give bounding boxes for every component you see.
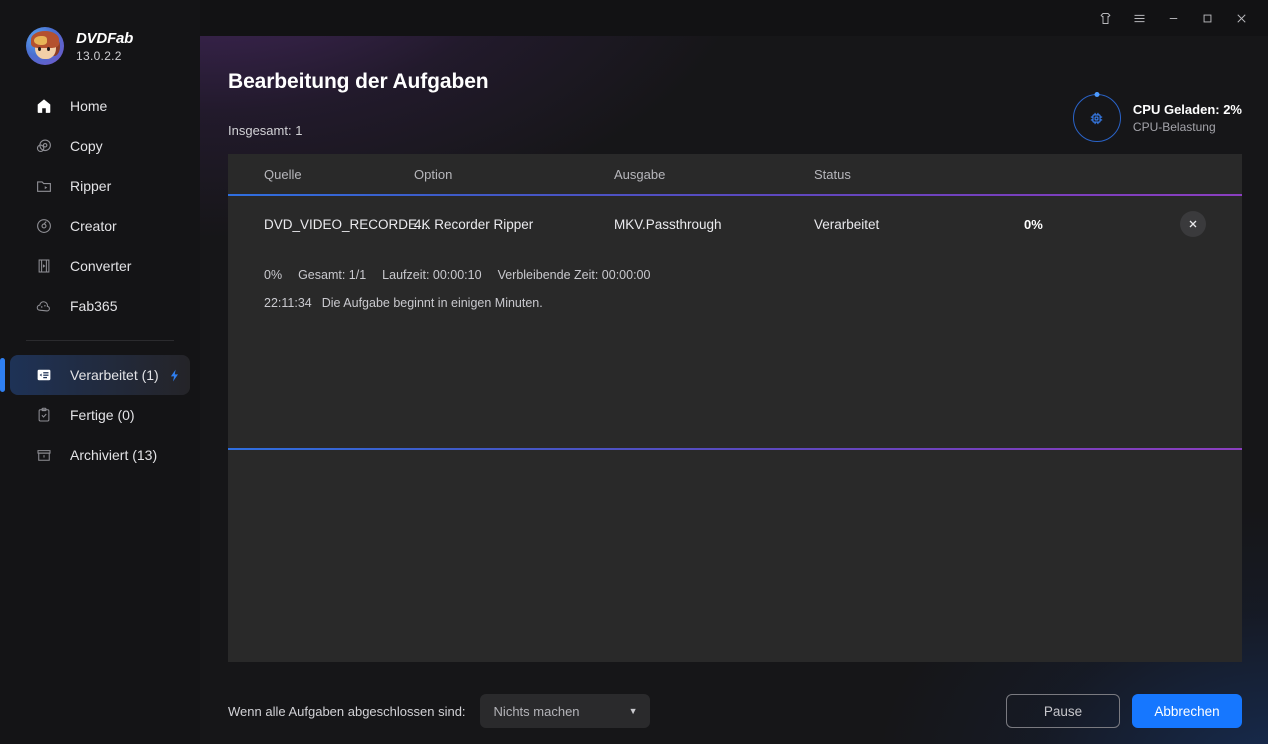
sidebar-item-label: Verarbeitet (1) [70, 367, 159, 383]
task-detail: 0% Gesamt: 1/1 Laufzeit: 00:00:10 Verble… [228, 252, 1242, 310]
sidebar-nav: Home Copy Ripper Creator Converter Fab36… [0, 86, 200, 475]
copy-disc-icon [34, 136, 54, 156]
detail-remaining: Verbleibende Zeit: 00:00:00 [497, 268, 651, 282]
sidebar-item-label: Home [70, 98, 108, 114]
column-header-ausgabe: Ausgabe [614, 166, 666, 182]
task-option: 4K Recorder Ripper [414, 216, 534, 232]
home-icon [34, 96, 54, 116]
sidebar-item-home[interactable]: Home [10, 86, 190, 126]
task-source: DVD_VIDEO_RECORDE... [264, 216, 429, 232]
total-count: Insgesamt: 1 [228, 123, 303, 138]
sidebar-item-creator[interactable]: Creator [10, 206, 190, 246]
column-header-option: Option [414, 166, 453, 182]
maximize-icon[interactable] [1192, 5, 1222, 31]
folder-play-icon [34, 176, 54, 196]
disc-icon [34, 216, 54, 236]
sidebar-item-verarbeitet[interactable]: Verarbeitet (1) [0, 355, 190, 395]
content-area: Bearbeitung der Aufgaben Insgesamt: 1 CP… [200, 36, 1268, 744]
task-panel: Quelle Option Ausgabe Status DVD_VIDEO_R… [228, 154, 1242, 662]
close-icon[interactable] [1226, 5, 1256, 31]
task-panel-divider [228, 448, 1242, 450]
minimize-icon[interactable] [1158, 5, 1188, 31]
log-timestamp: 22:11:34 [264, 296, 312, 310]
table-row[interactable]: DVD_VIDEO_RECORDE... 4K Recorder Ripper … [228, 196, 1242, 252]
avatar[interactable] [26, 27, 64, 65]
sidebar-item-fab365[interactable]: Fab365 [10, 286, 190, 326]
dvdfab-window: DVDFab 13.0.2.2 Home Copy Ripper Creator… [0, 0, 1268, 744]
sidebar-divider [26, 340, 174, 341]
cpu-indicator: CPU Geladen: 2% CPU-Belastung [1072, 94, 1242, 142]
cancel-button[interactable]: Abbrechen [1132, 694, 1242, 728]
sidebar-item-fertige[interactable]: Fertige (0) [10, 395, 190, 435]
clipboard-check-icon [34, 405, 54, 425]
sidebar-item-label: Converter [70, 258, 132, 274]
film-strip-icon [34, 256, 54, 276]
table-header: Quelle Option Ausgabe Status [228, 154, 1242, 194]
theme-icon[interactable] [1090, 5, 1120, 31]
task-progress: 0% [1024, 216, 1043, 232]
pause-button[interactable]: Pause [1006, 694, 1120, 728]
main-area: Bearbeitung der Aufgaben Insgesamt: 1 CP… [200, 0, 1268, 744]
task-list-icon [34, 365, 54, 385]
cpu-chip-icon [1088, 110, 1105, 127]
select-value: Nichts machen [493, 703, 580, 719]
brand-version: 13.0.2.2 [76, 48, 122, 63]
sidebar-item-copy[interactable]: Copy [10, 126, 190, 166]
menu-icon[interactable] [1124, 5, 1154, 31]
sidebar: DVDFab 13.0.2.2 Home Copy Ripper Creator… [0, 0, 200, 744]
task-output: MKV.Passthrough [614, 216, 722, 232]
detail-total: Gesamt: 1/1 [298, 268, 367, 282]
sidebar-item-label: Archiviert (13) [70, 447, 158, 463]
sidebar-item-label: Fertige (0) [70, 407, 135, 423]
column-header-status: Status [814, 166, 851, 182]
chevron-down-icon: ▼ [628, 706, 638, 716]
cpu-load-text: CPU Geladen: 2% [1132, 102, 1242, 117]
close-task-icon[interactable] [1180, 211, 1206, 237]
archive-box-icon [34, 445, 54, 465]
sidebar-item-label: Copy [70, 138, 103, 154]
log-message: Die Aufgabe beginnt in einigen Minuten. [321, 296, 543, 310]
sidebar-item-label: Ripper [70, 178, 112, 194]
cloud-icon [34, 296, 54, 316]
sidebar-item-converter[interactable]: Converter [10, 246, 190, 286]
cpu-load-caption: CPU-Belastung [1132, 120, 1216, 134]
after-completion-select[interactable]: Nichts machen ▼ [479, 694, 650, 728]
brand-name: DVDFab [76, 29, 134, 47]
after-completion-label: Wenn alle Aufgaben abgeschlossen sind: [228, 703, 466, 719]
title-bar [200, 0, 1268, 36]
cpu-ring [1072, 94, 1121, 142]
sidebar-item-label: Creator [70, 218, 117, 234]
page-title: Bearbeitung der Aufgaben [228, 70, 489, 93]
sidebar-item-archiviert[interactable]: Archiviert (13) [10, 435, 190, 475]
detail-progress: 0% [264, 268, 283, 282]
column-header-quelle: Quelle [264, 166, 302, 182]
brand-block: DVDFab 13.0.2.2 [0, 0, 200, 70]
footer-bar: Wenn alle Aufgaben abgeschlossen sind: N… [228, 694, 1242, 728]
sidebar-item-ripper[interactable]: Ripper [10, 166, 190, 206]
task-status: Verarbeitet [814, 216, 880, 232]
detail-runtime: Laufzeit: 00:00:10 [382, 268, 482, 282]
lightning-bolt-icon [167, 368, 182, 383]
sidebar-item-label: Fab365 [70, 298, 118, 314]
